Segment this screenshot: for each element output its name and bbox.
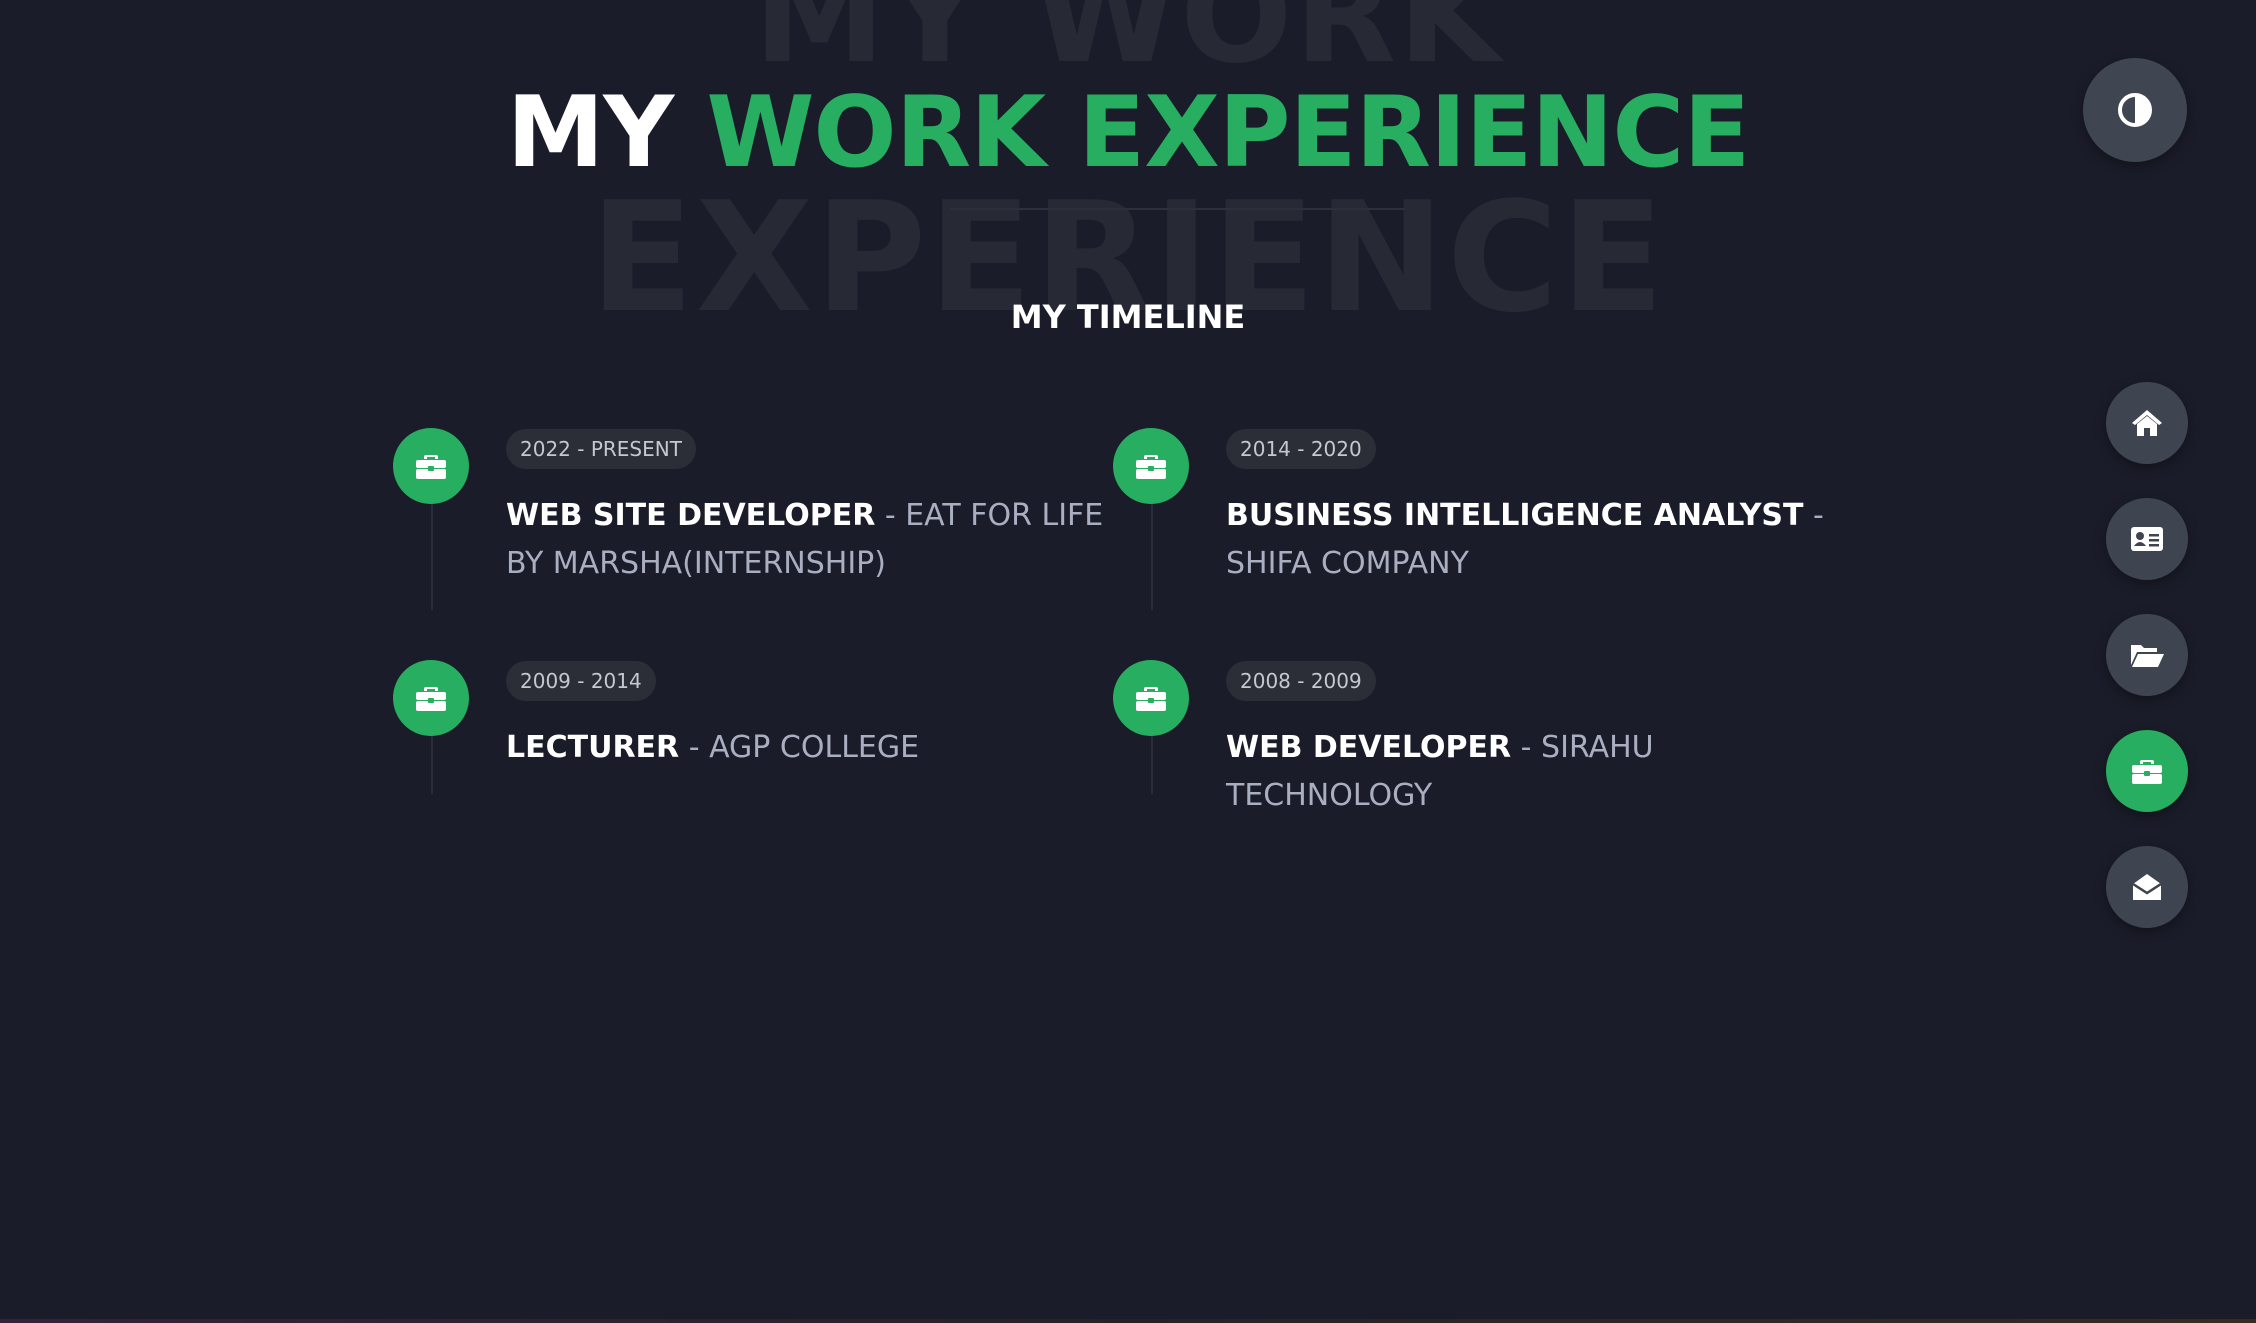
title-underline: [950, 208, 1405, 210]
job-title: WEB SITE DEVELOPER - EAT FOR LIFE BY MAR…: [506, 492, 1106, 588]
nav-home-button[interactable]: [2106, 382, 2188, 464]
period-badge: 2008 - 2009: [1226, 661, 1376, 701]
job-separator: -: [875, 498, 906, 533]
job-role: BUSINESS INTELLIGENCE ANALYST: [1226, 498, 1804, 533]
bottom-accent-bar: [0, 1319, 2256, 1323]
portfolio-page: MY WORK EXPERIENCE MY WORK EXPERIENCE MY…: [0, 0, 2256, 1323]
page-title-highlight: WORK EXPERIENCE: [706, 76, 1750, 190]
watermark-line-1: MY WORK: [753, 0, 1503, 93]
job-company: SHIFA COMPANY: [1226, 546, 1469, 581]
nav-about-button[interactable]: [2106, 498, 2188, 580]
job-title: BUSINESS INTELLIGENCE ANALYST - SHIFA CO…: [1226, 492, 1826, 588]
home-icon: [2132, 410, 2162, 436]
job-separator: -: [679, 730, 710, 765]
period-badge: 2022 - PRESENT: [506, 429, 696, 469]
nav-contact-button[interactable]: [2106, 846, 2188, 928]
nav-experience-button[interactable]: [2106, 730, 2188, 812]
contrast-icon: [2118, 93, 2152, 127]
page-title-prefix: MY: [506, 76, 674, 190]
period-badge: 2009 - 2014: [506, 661, 656, 701]
job-title: LECTURER - AGP COLLEGE: [506, 724, 1106, 772]
job-separator: -: [1803, 498, 1824, 533]
job-role: LECTURER: [506, 730, 680, 765]
briefcase-icon: [393, 660, 469, 736]
period-badge: 2014 - 2020: [1226, 429, 1376, 469]
job-company: AGP COLLEGE: [709, 730, 920, 765]
timeline-heading: MY TIMELINE: [1010, 298, 1246, 336]
briefcase-icon: [2132, 760, 2162, 784]
briefcase-icon: [1113, 428, 1189, 504]
folder-open-icon: [2131, 645, 2164, 667]
page-title: MY WORK EXPERIENCE: [0, 84, 2256, 182]
briefcase-icon: [393, 428, 469, 504]
envelope-open-icon: [2132, 874, 2162, 900]
briefcase-icon: [1113, 660, 1189, 736]
id-card-icon: [2131, 527, 2163, 551]
job-title: WEB DEVELOPER - SIRAHU TECHNOLOGY: [1226, 724, 1866, 820]
job-role: WEB SITE DEVELOPER: [506, 498, 876, 533]
job-role: WEB DEVELOPER: [1226, 730, 1512, 765]
theme-toggle-button[interactable]: [2083, 58, 2187, 162]
nav-portfolio-button[interactable]: [2106, 614, 2188, 696]
job-separator: -: [1511, 730, 1542, 765]
